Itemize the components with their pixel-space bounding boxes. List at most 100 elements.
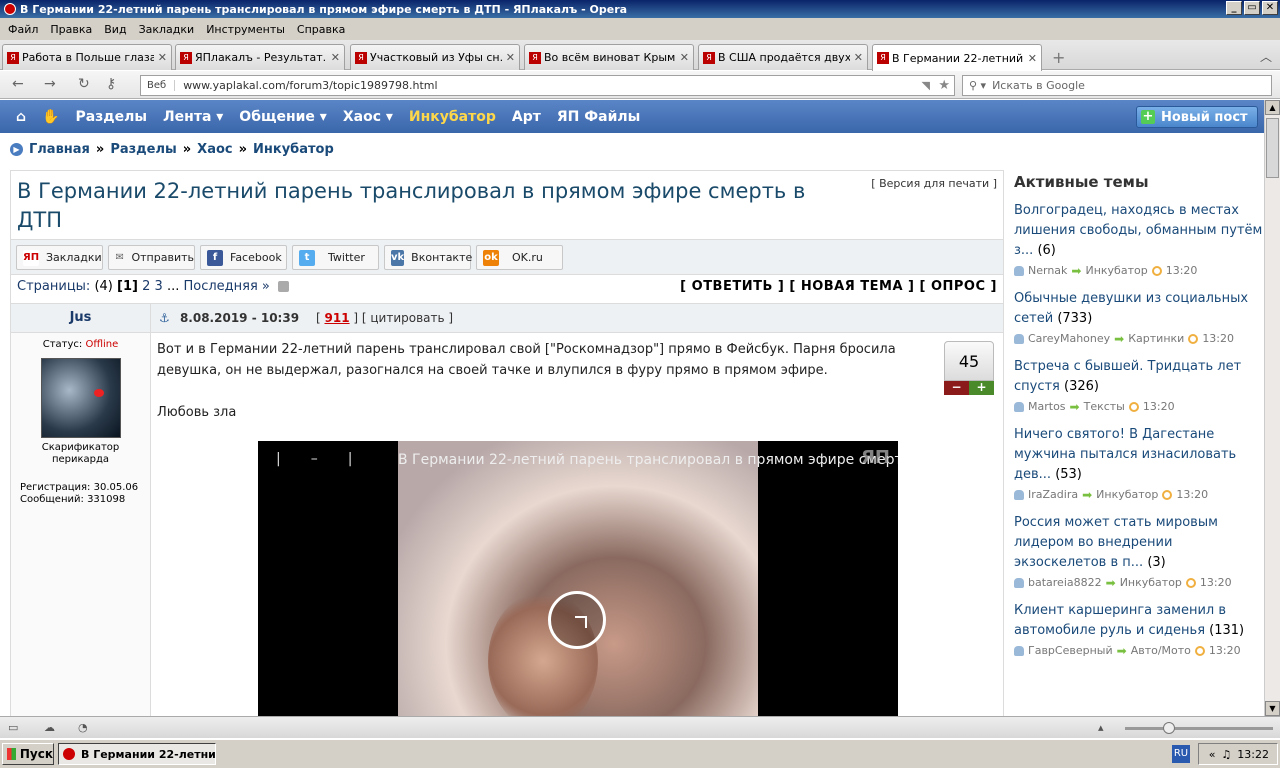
back-icon[interactable]: ← [12,76,24,92]
topic-section[interactable]: Авто/Мото [1131,641,1191,661]
topic-user[interactable]: Nernak [1028,261,1067,281]
topic-user[interactable]: CareyMahoney [1028,329,1110,349]
browser-tab[interactable]: Я Во всём виноват Крымс... ✕ [524,44,694,70]
menu-help[interactable]: Справка [291,23,351,36]
clock[interactable]: 13:22 [1237,748,1269,761]
minimize-button[interactable]: _ [1226,1,1242,15]
crumb-home[interactable]: Главная [29,142,90,157]
topic-user[interactable]: batareia8822 [1028,573,1102,593]
nav-incubator[interactable]: Инкубатор [409,109,496,125]
vertical-scrollbar[interactable]: ▲ ▼ [1264,100,1280,716]
browser-tab[interactable]: Я Работа в Польше глаза... ✕ [2,44,172,70]
tab-close-icon[interactable]: ✕ [506,51,515,64]
taskbar-opera-task[interactable]: В Германии 22-летни... [58,743,216,765]
print-version-link[interactable]: Версия для печати [879,177,989,190]
active-topic-link[interactable]: Встреча с бывшей. Тридцать лет спустя [1014,359,1241,394]
rss-icon[interactable]: ◥ [922,79,930,92]
like-icon[interactable]: ✋ [42,109,59,125]
menu-bookmarks[interactable]: Закладки [133,23,201,36]
active-topic-link[interactable]: Ничего святого! В Дагестане мужчина пыта… [1014,427,1236,482]
video-player[interactable]: |–| В Германии 22-летний парень транслир… [258,441,898,716]
reload-icon[interactable]: ↻ [78,76,90,92]
browser-tab-active[interactable]: Я В Германии 22-летний ... ✕ [872,44,1042,71]
nav-talk[interactable]: Общение ▾ [239,109,327,125]
crumb-chaos[interactable]: Хаос [197,142,232,157]
play-button[interactable] [548,591,606,649]
new-tab-icon[interactable]: + [1052,48,1065,67]
tray-expand-icon[interactable]: « [1209,748,1216,761]
topic-user[interactable]: ГаврСеверный [1028,641,1113,661]
menu-edit[interactable]: Правка [44,23,98,36]
menu-file[interactable]: Файл [2,23,44,36]
zoom-knob[interactable] [1163,722,1175,734]
page-jump-icon[interactable] [278,281,290,292]
forward-icon[interactable]: → [44,76,56,92]
language-indicator[interactable]: RU [1172,745,1190,763]
start-button[interactable]: Пуск [2,743,54,765]
topic-section[interactable]: Картинки [1128,329,1184,349]
volume-icon[interactable]: ♫ [1221,748,1231,761]
vkontakte-share-button[interactable]: vk Вконтакте [384,245,472,270]
menu-tools[interactable]: Инструменты [200,23,291,36]
browser-tab[interactable]: Я ЯПлакалъ - Результат... ✕ [175,44,345,70]
key-icon[interactable]: ⚷ [106,76,116,92]
rate-up-button[interactable]: + [969,381,994,395]
nav-feed[interactable]: Лента ▾ [163,109,223,125]
anchor-icon[interactable]: ⚓ [159,311,170,325]
bookmarks-share-button[interactable]: ЯП Закладки [16,245,103,270]
menu-view[interactable]: Вид [98,23,132,36]
topic-actions[interactable]: [ ОТВЕТИТЬ ] [ НОВАЯ ТЕМА ] [ ОПРОС ] [680,279,997,294]
page-link-3[interactable]: 3 [155,279,163,294]
home-icon[interactable]: ⌂ [16,109,26,125]
topic-section[interactable]: Инкубатор [1120,573,1182,593]
crumb-sections[interactable]: Разделы [110,142,176,157]
active-topic-link[interactable]: Обычные девушки из социальных сетей [1014,291,1248,326]
active-topic-link[interactable]: Клиент каршеринга заменил в автомобиле р… [1014,603,1226,638]
send-share-button[interactable]: ✉ Отправить [108,245,195,270]
video-controls-icon[interactable]: |–| [276,451,382,467]
scroll-down-icon[interactable]: ▼ [1265,701,1280,716]
avatar[interactable] [40,358,121,438]
pages-label[interactable]: Страницы: [17,279,90,294]
nav-chaos[interactable]: Хаос ▾ [343,109,393,125]
crumb-incubator[interactable]: Инкубатор [253,142,334,157]
tab-close-icon[interactable]: ✕ [680,51,689,64]
url-text[interactable]: www.yaplakal.com/forum3/topic1989798.htm… [175,79,437,92]
quote-link[interactable]: цитировать [370,311,444,325]
karma-count[interactable]: 911 [325,311,350,325]
tab-close-icon[interactable]: ✕ [158,51,167,64]
zoom-slider[interactable] [1125,722,1273,734]
nav-art[interactable]: Арт [512,109,541,125]
topic-section[interactable]: Инкубатор [1096,485,1158,505]
turbo-icon[interactable]: ☁ [44,721,55,734]
search-field[interactable]: ⚲ ▾ Искать в Google [962,75,1272,96]
ok-share-button[interactable]: ok OK.ru [476,245,563,270]
address-field[interactable]: Веб www.yaplakal.com/forum3/topic1989798… [140,75,955,96]
rate-down-button[interactable]: − [944,381,969,395]
view-icon[interactable]: ▴ [1098,721,1104,734]
speed-dial-icon[interactable]: ◔ [78,721,88,734]
topic-user[interactable]: Martos [1028,397,1066,417]
web-badge[interactable]: Веб [141,80,176,91]
active-topic-link[interactable]: Россия может стать мировым лидером во вн… [1014,515,1218,570]
tab-menu-icon[interactable]: ︿ [1260,48,1272,65]
nav-sections[interactable]: Разделы [75,109,147,125]
tab-close-icon[interactable]: ✕ [331,51,340,64]
bookmark-star-icon[interactable]: ★ [938,78,950,93]
close-button[interactable]: ✕ [1262,1,1278,15]
author-link[interactable]: Jus [70,310,92,325]
last-page-link[interactable]: Последняя » [183,279,269,294]
browser-tab[interactable]: Я Участковый из Уфы сн... ✕ [350,44,520,70]
nav-files[interactable]: ЯП Файлы [557,109,640,125]
topic-section[interactable]: Инкубатор [1085,261,1147,281]
scroll-up-icon[interactable]: ▲ [1265,100,1280,115]
browser-tab[interactable]: Я В США продаётся двух... ✕ [698,44,868,70]
tab-close-icon[interactable]: ✕ [854,51,863,64]
topic-user[interactable]: IraZadira [1028,485,1078,505]
new-post-button[interactable]: + Новый пост [1136,106,1258,128]
page-link-2[interactable]: 2 [142,279,150,294]
topic-section[interactable]: Тексты [1084,397,1125,417]
maximize-button[interactable]: ▭ [1244,1,1260,15]
scroll-thumb[interactable] [1266,118,1279,178]
tab-close-icon[interactable]: ✕ [1028,52,1037,65]
